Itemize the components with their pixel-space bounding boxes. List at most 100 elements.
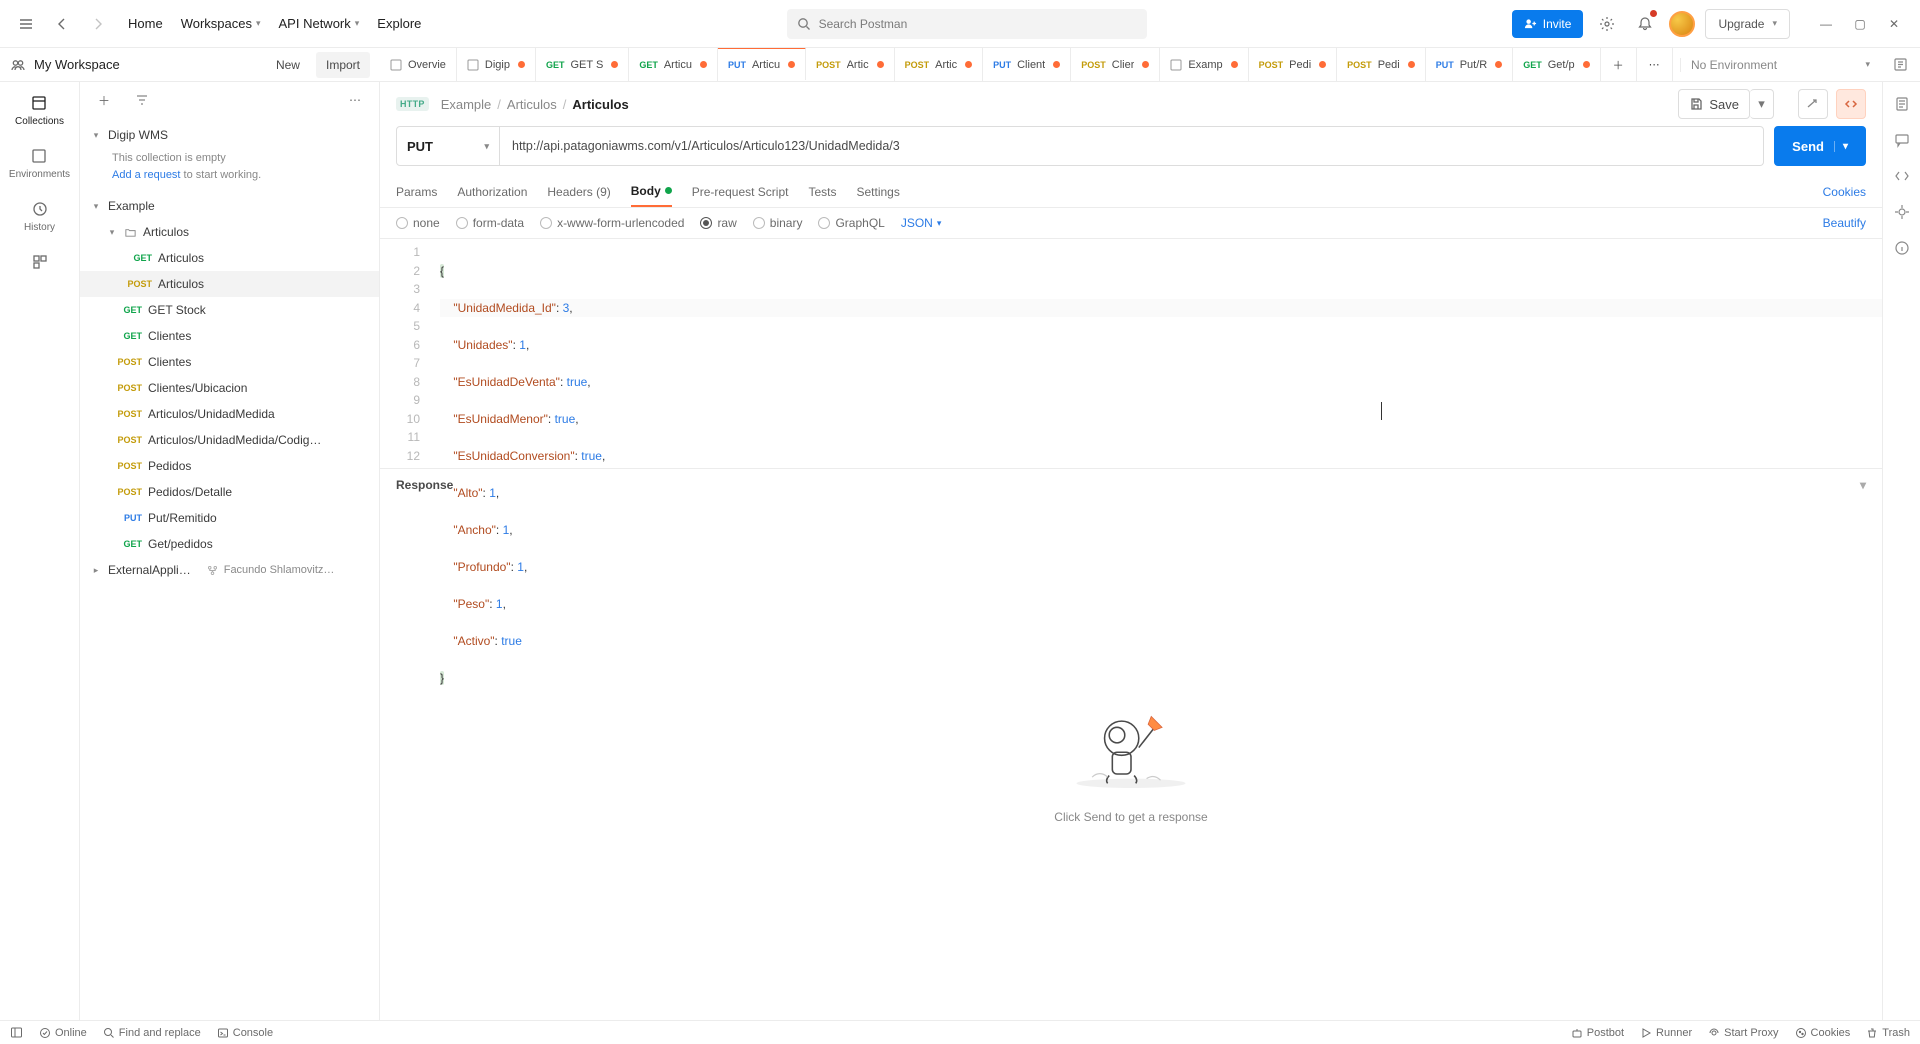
avatar[interactable] xyxy=(1669,11,1695,37)
status-trash[interactable]: Trash xyxy=(1866,1027,1910,1039)
tab-getp[interactable]: GETGet/p xyxy=(1513,48,1600,81)
body-raw[interactable]: raw xyxy=(700,216,736,230)
collection-externalapp[interactable]: ▸ExternalAppli… Facundo Shlamovitz… xyxy=(80,557,379,583)
environment-select[interactable]: No Environment▾ xyxy=(1680,58,1880,72)
crumb-0[interactable]: Example xyxy=(441,97,492,112)
new-button[interactable]: New xyxy=(266,52,310,78)
forward-icon[interactable] xyxy=(84,10,112,38)
req-put-remitido[interactable]: PUTPut/Remitido xyxy=(80,505,379,531)
related-icon[interactable] xyxy=(1894,204,1910,220)
cookies-link[interactable]: Cookies xyxy=(1823,185,1866,199)
body-urlenc[interactable]: x-www-form-urlencoded xyxy=(540,216,684,230)
req-post-pedidos[interactable]: POSTPedidos xyxy=(80,453,379,479)
import-button[interactable]: Import xyxy=(316,52,370,78)
rail-collections[interactable]: Collections xyxy=(15,94,64,127)
tab-overview[interactable]: Overvie xyxy=(380,48,457,81)
req-get-articulos[interactable]: GETArticulos xyxy=(80,245,379,271)
nav-api-network[interactable]: API Network▾ xyxy=(279,16,360,31)
tab-clier[interactable]: POSTClier xyxy=(1071,48,1160,81)
collection-digip-wms[interactable]: ▾Digip WMS xyxy=(80,122,379,148)
docs-icon[interactable] xyxy=(1894,96,1910,112)
tab-examp[interactable]: Examp xyxy=(1160,48,1248,81)
folder-articulos[interactable]: ▾Articulos xyxy=(80,219,379,245)
window-maximize-icon[interactable]: ▢ xyxy=(1846,10,1874,38)
tab-digip[interactable]: Digip xyxy=(457,48,536,81)
add-request-link[interactable]: Add a request xyxy=(112,169,181,181)
save-dropdown[interactable]: ▾ xyxy=(1750,89,1774,119)
settings-icon[interactable] xyxy=(1593,10,1621,38)
url-input[interactable]: http://api.patagoniawms.com/v1/Articulos… xyxy=(500,126,1764,166)
search-input[interactable]: Search Postman xyxy=(787,9,1147,39)
subtab-settings[interactable]: Settings xyxy=(856,176,899,207)
code-area[interactable]: { "UnidadMedida_Id": 3, "Unidades": 1, "… xyxy=(430,239,1882,468)
req-post-articulos[interactable]: POSTArticulos xyxy=(80,271,379,297)
notifications-icon[interactable] xyxy=(1631,10,1659,38)
add-icon[interactable]: ＋ xyxy=(90,86,118,114)
tab-pedi1[interactable]: POSTPedi xyxy=(1249,48,1338,81)
tab-artic-post2[interactable]: POSTArtic xyxy=(895,48,984,81)
workspace-name[interactable]: My Workspace xyxy=(34,57,120,72)
subtab-auth[interactable]: Authorization xyxy=(457,176,527,207)
req-post-artic-um[interactable]: POSTArticulos/UnidadMedida xyxy=(80,401,379,427)
upgrade-button[interactable]: Upgrade▾ xyxy=(1705,9,1790,39)
tab-articu-active[interactable]: PUTArticu xyxy=(718,48,806,80)
subtab-prereq[interactable]: Pre-request Script xyxy=(692,176,789,207)
save-button[interactable]: Save xyxy=(1678,89,1750,119)
status-online[interactable]: Online xyxy=(39,1027,87,1039)
status-proxy[interactable]: Start Proxy xyxy=(1708,1027,1778,1039)
body-binary[interactable]: binary xyxy=(753,216,803,230)
req-post-clientes-ubic[interactable]: POSTClientes/Ubicacion xyxy=(80,375,379,401)
req-get-clientes[interactable]: GETClientes xyxy=(80,323,379,349)
info-icon[interactable] xyxy=(1894,240,1910,256)
method-select[interactable]: PUT▾ xyxy=(396,126,500,166)
nav-home[interactable]: Home xyxy=(128,16,163,31)
req-get-pedidos[interactable]: GETGet/pedidos xyxy=(80,531,379,557)
env-quicklook-icon[interactable] xyxy=(1886,51,1914,79)
subtab-body[interactable]: Body xyxy=(631,176,672,207)
new-tab-button[interactable]: ＋ xyxy=(1601,48,1637,81)
req-post-artic-um-cod[interactable]: POSTArticulos/UnidadMedida/Codig… xyxy=(80,427,379,453)
share-icon[interactable] xyxy=(1798,89,1828,119)
subtab-headers[interactable]: Headers (9) xyxy=(547,176,610,207)
sidebar-more-icon[interactable]: ⋯ xyxy=(341,86,369,114)
tab-articu-1[interactable]: GETArticu xyxy=(629,48,718,81)
body-formdata[interactable]: form-data xyxy=(456,216,524,230)
invite-button[interactable]: Invite xyxy=(1512,10,1584,38)
tab-client[interactable]: PUTClient xyxy=(983,48,1071,81)
rail-history[interactable]: History xyxy=(24,200,55,233)
req-post-clientes[interactable]: POSTClientes xyxy=(80,349,379,375)
collection-example[interactable]: ▾Example xyxy=(80,193,379,219)
status-console[interactable]: Console xyxy=(217,1027,273,1039)
comments-icon[interactable] xyxy=(1894,132,1910,148)
rail-more-icon[interactable] xyxy=(31,253,49,271)
status-runner[interactable]: Runner xyxy=(1640,1027,1692,1039)
raw-type-select[interactable]: JSON▾ xyxy=(901,216,942,230)
sidebar-toggle-icon[interactable] xyxy=(10,1026,23,1039)
req-get-stock[interactable]: GETGET Stock xyxy=(80,297,379,323)
send-button[interactable]: Send▾ xyxy=(1774,126,1866,166)
tabs-more-button[interactable]: ⋯ xyxy=(1637,48,1673,81)
status-postbot[interactable]: Postbot xyxy=(1571,1027,1624,1039)
status-cookies[interactable]: Cookies xyxy=(1795,1027,1851,1039)
back-icon[interactable] xyxy=(48,10,76,38)
window-minimize-icon[interactable]: ― xyxy=(1812,10,1840,38)
crumb-1[interactable]: Articulos xyxy=(507,97,557,112)
subtab-params[interactable]: Params xyxy=(396,176,437,207)
subtab-tests[interactable]: Tests xyxy=(808,176,836,207)
window-close-icon[interactable]: ✕ xyxy=(1880,10,1908,38)
tab-putr[interactable]: PUTPut/R xyxy=(1426,48,1514,81)
filter-icon[interactable] xyxy=(128,86,156,114)
code-snippet-icon[interactable] xyxy=(1894,168,1910,184)
tab-get-stock[interactable]: GETGET S xyxy=(536,48,629,81)
rail-environments[interactable]: Environments xyxy=(9,147,70,180)
hamburger-icon[interactable] xyxy=(12,10,40,38)
beautify-link[interactable]: Beautify xyxy=(1823,216,1866,230)
tab-artic-post1[interactable]: POSTArtic xyxy=(806,48,895,81)
code-icon[interactable] xyxy=(1836,89,1866,119)
nav-explore[interactable]: Explore xyxy=(377,16,421,31)
body-none[interactable]: none xyxy=(396,216,440,230)
req-post-pedidos-det[interactable]: POSTPedidos/Detalle xyxy=(80,479,379,505)
tab-pedi2[interactable]: POSTPedi xyxy=(1337,48,1426,81)
nav-workspaces[interactable]: Workspaces▾ xyxy=(181,16,261,31)
status-find[interactable]: Find and replace xyxy=(103,1027,201,1039)
